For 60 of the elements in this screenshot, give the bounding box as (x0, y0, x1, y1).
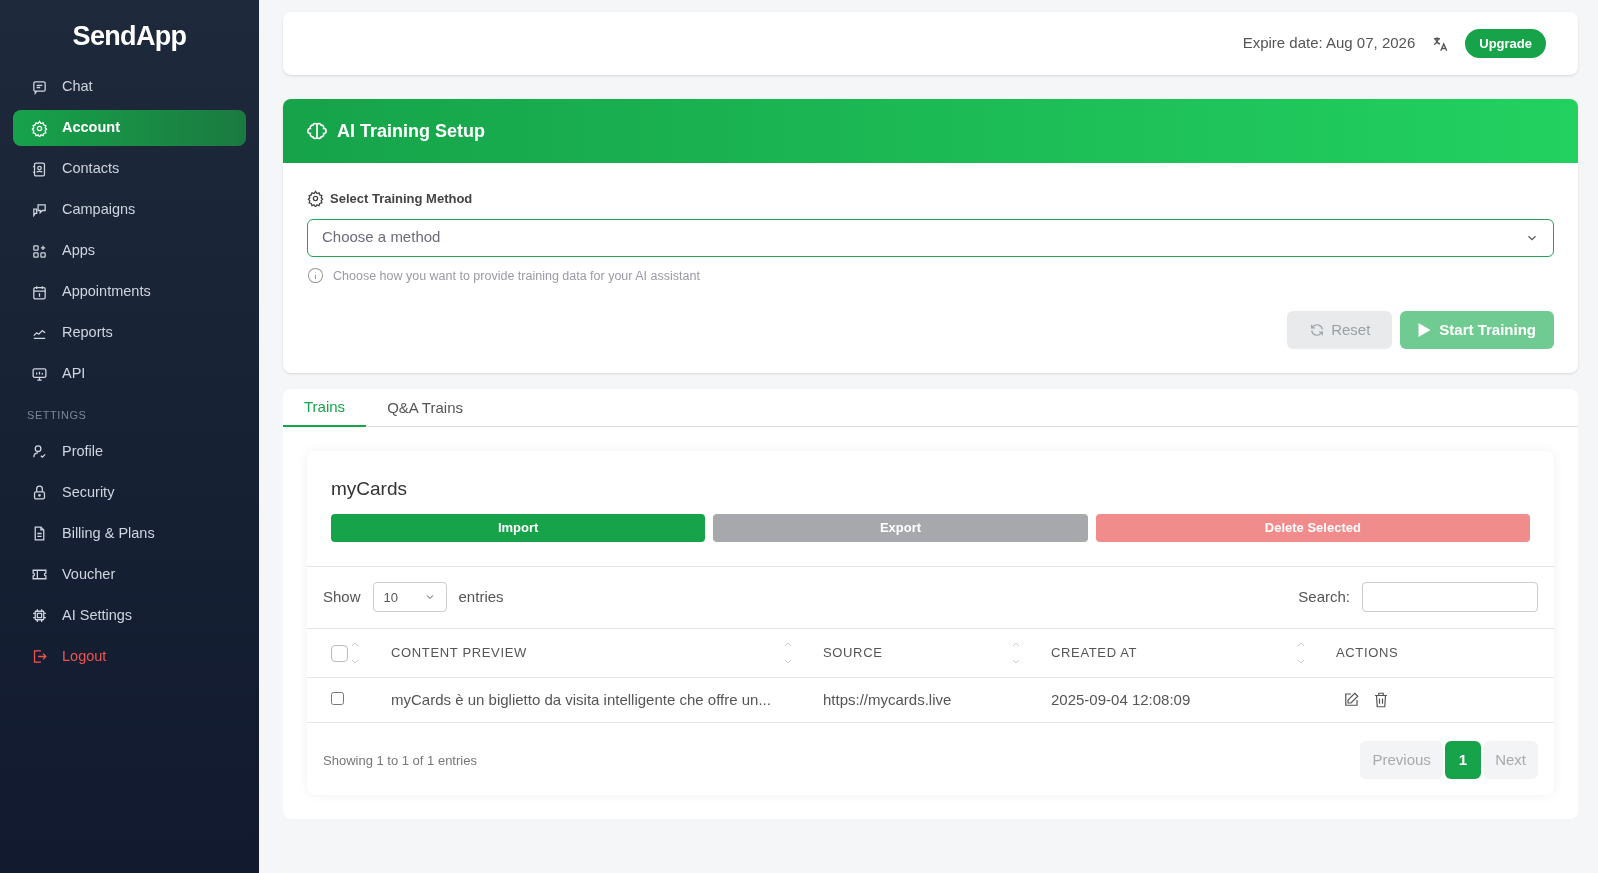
row-checkbox[interactable] (331, 692, 344, 706)
sidebar-item[interactable]: Chat (13, 69, 246, 105)
table-cell: myCards è un biglietto da visita intelligente che offre un... (391, 691, 771, 709)
sort-icon (1011, 640, 1021, 666)
field-label: Select Training Method (330, 190, 473, 208)
user-check-icon (31, 443, 48, 460)
section-heading: SETTINGS (26, 407, 88, 423)
column-header[interactable]: ACTIONS (1336, 643, 1399, 663)
monitor-icon (31, 365, 48, 383)
sidebar-item[interactable]: Contacts (13, 151, 246, 187)
apps-icon (31, 242, 48, 260)
logo: SendApp (72, 20, 187, 53)
sidebar-item[interactable]: AI Settings (13, 597, 246, 634)
expire-date: Expire date: Aug 07, 2026 (1242, 33, 1416, 54)
page-size-select[interactable]: 10 (372, 582, 447, 613)
address-book-icon (31, 160, 48, 178)
column-header[interactable]: SOURCE (823, 643, 883, 663)
select-all-checkbox[interactable] (331, 644, 348, 662)
sidebar-item[interactable]: API (13, 356, 246, 392)
search-label: Search: (1298, 587, 1350, 607)
settings-icon (31, 119, 48, 137)
brain-icon (307, 121, 327, 141)
sidebar-item[interactable]: Security (13, 474, 246, 511)
sidebar-item[interactable]: Profile (13, 433, 246, 470)
logout-link[interactable]: Logout (13, 638, 246, 675)
messages-icon (31, 201, 48, 219)
hint-text: Choose how you want to provide training data for your AI assistant (333, 267, 700, 285)
sidebar-item[interactable]: Account (13, 110, 246, 146)
tab[interactable]: Q&A Trains (366, 389, 484, 428)
sidebar-item[interactable]: Voucher (13, 556, 246, 593)
table-cell: https://mycards.live (823, 691, 952, 709)
chip-icon (31, 607, 48, 624)
trash-icon[interactable] (1372, 691, 1390, 710)
table-cell: 2025-09-04 12:08:09 (1051, 691, 1191, 709)
search-field[interactable] (1362, 582, 1538, 613)
sidebar-item[interactable]: Appointments (13, 274, 246, 310)
sidebar-item[interactable]: Campaigns (13, 192, 246, 228)
method-select[interactable]: Choose a method (307, 218, 1554, 257)
column-header[interactable]: CREATED AT (1051, 643, 1138, 663)
chat-icon (31, 78, 48, 96)
translate-icon[interactable] (1431, 34, 1450, 53)
sidebar-item[interactable]: Apps (13, 233, 246, 269)
panel-title: myCards (331, 477, 408, 502)
entries-label: entries (458, 587, 504, 607)
play-icon (1418, 323, 1432, 338)
refresh-icon (1309, 322, 1326, 339)
sort-icon (350, 640, 360, 666)
sidebar-item[interactable]: Billing & Plans (13, 515, 246, 552)
info-icon (307, 267, 324, 285)
sort-icon (1296, 640, 1306, 666)
logout-icon (31, 648, 48, 665)
lock-icon (31, 484, 48, 501)
sidebar-item[interactable]: Reports (13, 315, 246, 351)
show-label: Show (323, 587, 361, 607)
card-title: AI Training Setup (337, 119, 485, 143)
column-header[interactable]: CONTENT PREVIEW (391, 643, 527, 663)
table-info: Showing 1 to 1 of 1 entries (323, 751, 477, 770)
calendar-icon (31, 283, 48, 301)
sort-icon (783, 640, 793, 666)
settings-icon (307, 190, 324, 208)
